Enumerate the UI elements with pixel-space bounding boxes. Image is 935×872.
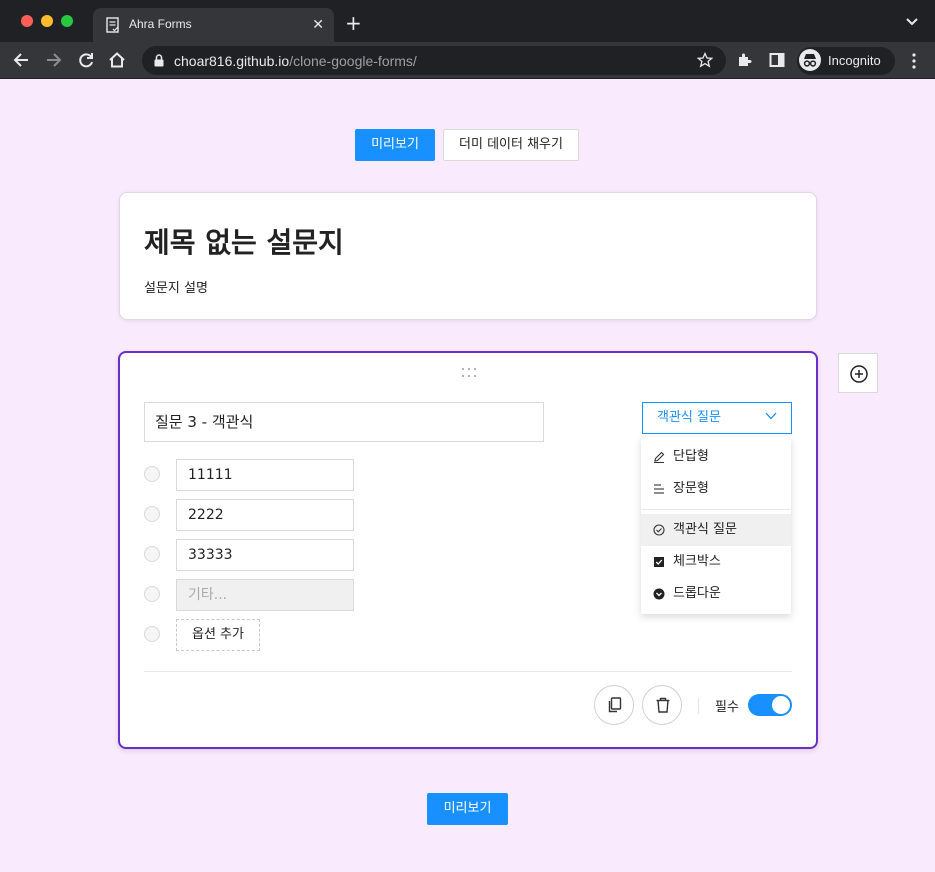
window-close-button[interactable] (21, 15, 33, 27)
option-input[interactable]: 2222 (176, 499, 354, 531)
question-type-select[interactable]: 객관식 질문 (642, 402, 792, 434)
chevron-down-icon[interactable] (905, 17, 919, 27)
preview-button-top[interactable]: 미리보기 (355, 129, 435, 161)
url-text: choar816.github.io/clone-google-forms/ (174, 53, 417, 69)
browser-tab-bar: Ahra Forms ✕ + (0, 0, 935, 42)
check-circle-icon (653, 524, 665, 536)
menu-item-multiple-choice[interactable]: 객관식 질문 (641, 514, 791, 546)
extensions-puzzle-icon[interactable] (736, 51, 754, 69)
option-input[interactable]: 33333 (176, 539, 354, 571)
footer-separator (698, 698, 699, 714)
menu-item-label: 드롭다운 (673, 586, 721, 601)
menu-item-label: 장문형 (673, 481, 709, 496)
delete-button[interactable] (642, 685, 682, 725)
question-type-value: 객관식 질문 (657, 410, 721, 425)
menu-item-label: 단답형 (673, 449, 709, 464)
option-input[interactable]: 11111 (176, 459, 354, 491)
duplicate-button[interactable] (594, 685, 634, 725)
window-minimize-button[interactable] (41, 15, 53, 27)
menu-item-dropdown[interactable]: 드롭다운 (641, 578, 791, 610)
required-toggle[interactable] (748, 694, 792, 716)
tab-close-icon[interactable]: ✕ (312, 16, 324, 34)
bookmark-star-icon[interactable] (697, 52, 713, 68)
required-label: 필수 (715, 700, 739, 715)
question-type-menu: 단답형 장문형 객관식 질문 체크박스 드롭다운 (641, 437, 791, 614)
tab-title: Ahra Forms (129, 17, 192, 31)
question-title-input[interactable]: 질문 3 - 객관식 (144, 402, 544, 442)
option-radio-etc[interactable] (144, 586, 160, 602)
menu-item-label: 체크박스 (673, 554, 721, 569)
form-document-icon (106, 17, 119, 33)
form-description[interactable]: 설문지 설명 (144, 277, 208, 296)
forward-arrow-icon[interactable] (45, 51, 63, 69)
paragraph-lines-icon (654, 484, 664, 494)
url-host: choar816.github.io (174, 53, 290, 69)
dropdown-circle-icon (653, 588, 665, 600)
preview-button-bottom[interactable]: 미리보기 (427, 793, 508, 825)
back-arrow-icon[interactable] (12, 51, 30, 69)
chevron-down-icon (765, 412, 777, 420)
menu-item-paragraph[interactable]: 장문형 (641, 473, 791, 505)
side-panel-icon[interactable] (768, 51, 786, 69)
option-radio[interactable] (144, 546, 160, 562)
browser-tab[interactable]: Ahra Forms ✕ (93, 8, 334, 42)
lock-icon (154, 54, 164, 67)
checkbox-icon (654, 557, 664, 567)
incognito-icon (799, 49, 821, 71)
menu-item-short-answer[interactable]: 단답형 (641, 441, 791, 473)
fill-dummy-data-button[interactable]: 더미 데이터 채우기 (443, 129, 579, 161)
form-title[interactable]: 제목 없는 설문지 (144, 221, 344, 261)
copy-icon (608, 697, 622, 713)
menu-item-checkbox[interactable]: 체크박스 (641, 546, 791, 578)
add-option-button[interactable]: 옵션 추가 (176, 619, 260, 651)
home-icon[interactable] (108, 51, 126, 69)
browser-toolbar: choar816.github.io/clone-google-forms/ I… (0, 42, 935, 79)
menu-divider (641, 509, 791, 510)
new-tab-icon[interactable]: + (345, 13, 362, 33)
option-radio-new (144, 626, 160, 642)
incognito-profile-chip[interactable]: Incognito (797, 47, 895, 75)
etc-option-input[interactable]: 기타... (176, 579, 354, 611)
drag-handle-icon[interactable] (460, 366, 478, 380)
url-path: /clone-google-forms/ (289, 53, 417, 69)
window-maximize-button[interactable] (61, 15, 73, 27)
card-footer-divider (144, 671, 792, 672)
plus-circle-icon (850, 365, 868, 383)
option-radio[interactable] (144, 466, 160, 482)
menu-item-label: 객관식 질문 (673, 522, 737, 537)
option-radio[interactable] (144, 506, 160, 522)
reload-icon[interactable] (77, 51, 95, 69)
form-header-card: 제목 없는 설문지 설문지 설명 (119, 192, 817, 320)
incognito-label: Incognito (828, 53, 881, 68)
trash-icon (656, 697, 670, 713)
address-bar[interactable]: choar816.github.io/clone-google-forms/ (142, 46, 726, 75)
pencil-icon (654, 451, 665, 463)
add-question-button[interactable] (838, 353, 878, 393)
more-menu-icon[interactable] (912, 53, 916, 69)
toggle-knob (772, 696, 790, 714)
